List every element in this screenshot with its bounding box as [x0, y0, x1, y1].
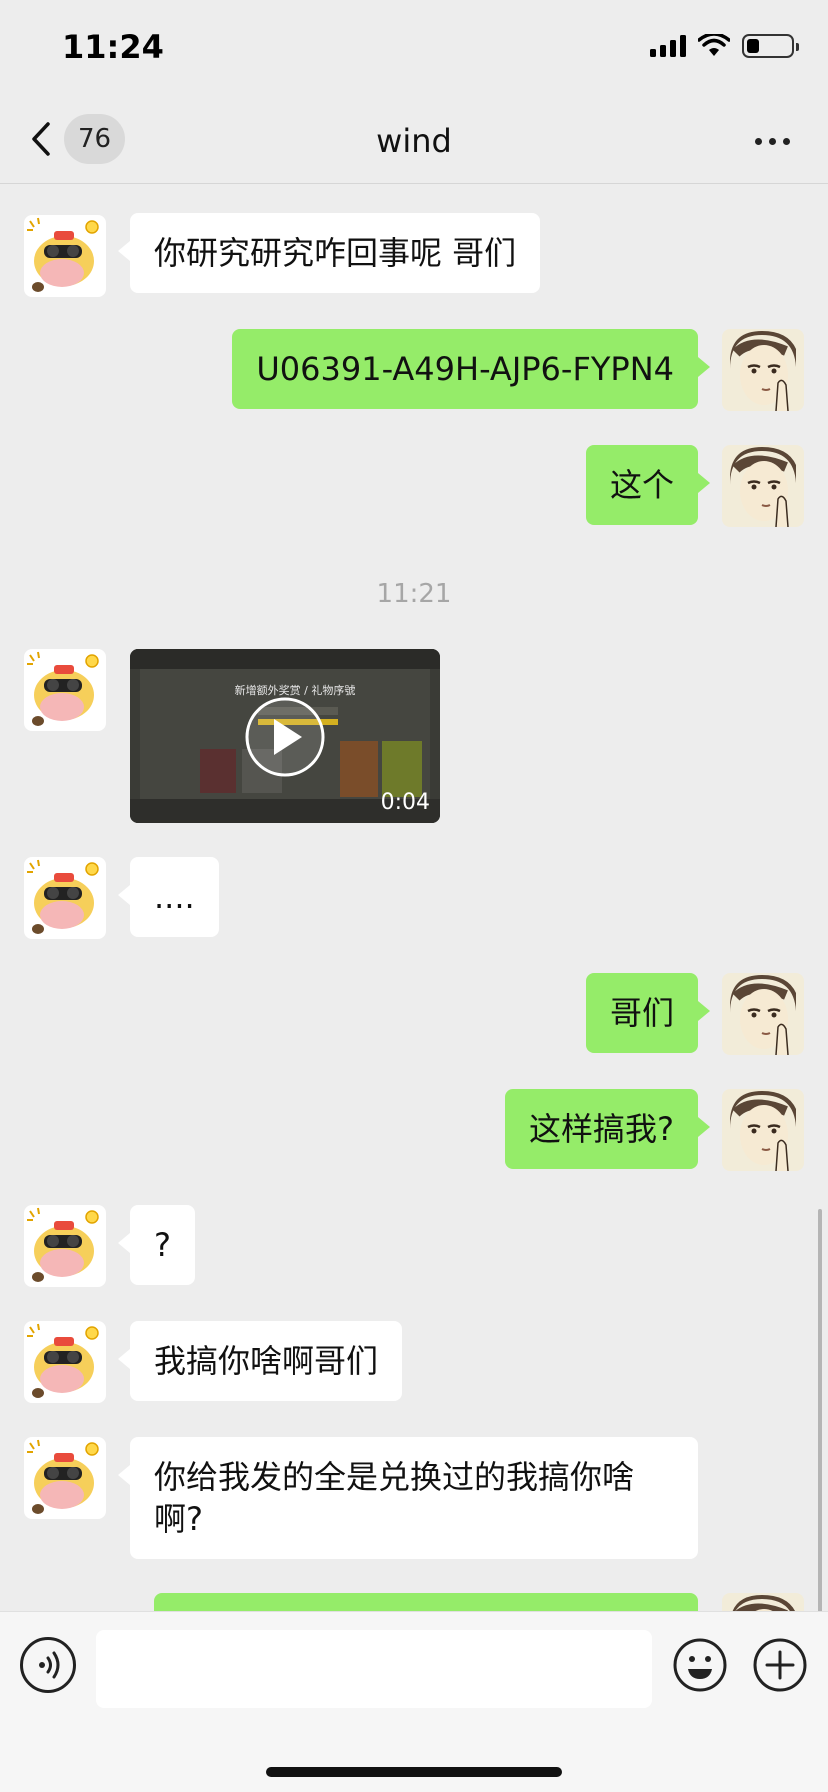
my-avatar[interactable] [722, 1089, 804, 1171]
status-time: 11:24 [62, 28, 164, 66]
wifi-icon [698, 34, 730, 56]
outgoing-message[interactable]: 这样搞我? [505, 1089, 710, 1169]
voice-icon [39, 1651, 60, 1679]
more-horizontal-icon [755, 138, 762, 145]
more-button[interactable] [751, 122, 794, 161]
battery-level [747, 39, 759, 53]
outgoing-message[interactable]: 哥们 [585, 973, 711, 1053]
outgoing-message[interactable]: U06391-A49H-AJP6-FYPN4 [232, 329, 710, 409]
nav-bar: 76 wind [0, 100, 828, 184]
input-bar [0, 1611, 828, 1792]
incoming-message[interactable]: 你给我发的全是兑换过的我搞你啥啊? [118, 1437, 698, 1559]
contact-avatar[interactable] [24, 649, 106, 731]
outgoing-message[interactable] [154, 1593, 698, 1611]
incoming-message[interactable]: ? [118, 1205, 195, 1285]
my-avatar[interactable] [722, 445, 804, 527]
contact-avatar[interactable] [24, 1205, 106, 1287]
incoming-message[interactable]: .... [118, 857, 219, 937]
contact-avatar[interactable] [24, 1321, 106, 1403]
chat-title: wind [376, 122, 452, 160]
video-screen-title: 新增额外奖赏 / 礼物序號 [235, 683, 356, 697]
contact-avatar[interactable] [24, 857, 106, 939]
scrollbar[interactable] [818, 1209, 822, 1611]
voice-button[interactable] [20, 1637, 76, 1693]
chat-area[interactable]: 你研究研究咋回事呢 哥们 U06391-A49H-AJP6-FYPN4 这个 1… [0, 185, 828, 1611]
message-input[interactable] [96, 1630, 652, 1708]
battery-icon [742, 34, 799, 58]
emoji-icon[interactable] [672, 1637, 728, 1693]
outgoing-message[interactable]: 这个 [585, 445, 711, 525]
contact-avatar[interactable] [24, 1437, 106, 1519]
incoming-message[interactable]: 你研究研究咋回事呢 哥们 [117, 213, 541, 293]
cellular-signal-icon [650, 35, 686, 57]
incoming-message[interactable]: 我搞你啥啊哥们 [117, 1321, 403, 1401]
plus-icon[interactable] [752, 1637, 808, 1693]
message-timestamp: 11:21 [376, 579, 452, 609]
my-avatar[interactable] [722, 329, 804, 411]
my-avatar[interactable] [722, 1593, 804, 1611]
status-icons [650, 34, 799, 58]
contact-avatar[interactable] [24, 215, 106, 297]
video-message[interactable]: 新增额外奖赏 / 礼物序號 0:04 [130, 649, 440, 823]
status-bar: 11:24 [0, 0, 828, 100]
my-avatar[interactable] [722, 973, 804, 1055]
video-duration: 0:04 [380, 790, 430, 815]
home-indicator[interactable] [266, 1767, 562, 1777]
